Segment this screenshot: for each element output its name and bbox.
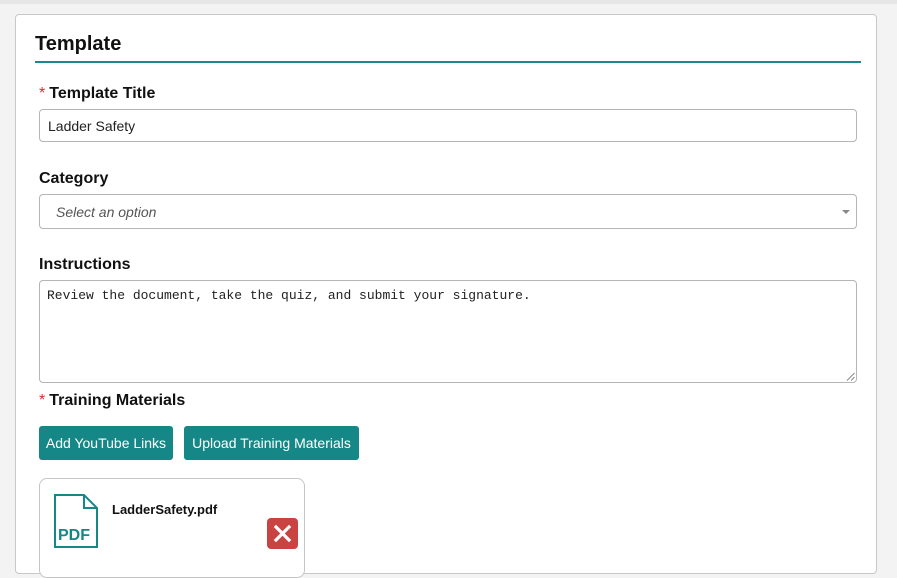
file-card: PDF LadderSafety.pdf — [39, 478, 305, 578]
required-mark: * — [39, 85, 46, 102]
template-title-input[interactable] — [39, 109, 857, 142]
category-placeholder: Select an option — [56, 204, 157, 220]
chevron-down-icon — [842, 210, 850, 214]
panel-title: Template — [35, 33, 122, 55]
instructions-label: Instructions — [39, 256, 131, 274]
category-label-text: Category — [39, 170, 109, 187]
resize-grip-icon[interactable] — [846, 372, 855, 381]
upload-training-materials-button[interactable]: Upload Training Materials — [184, 426, 359, 460]
category-label: Category — [39, 170, 108, 188]
close-icon — [273, 524, 292, 543]
pdf-type-label: PDF — [58, 527, 90, 544]
instructions-textarea[interactable]: Review the document, take the quiz, and … — [39, 280, 857, 383]
template-title-label: * Template Title — [39, 85, 155, 103]
training-materials-label-text: Training Materials — [49, 392, 186, 409]
pdf-file-icon: PDF — [54, 494, 98, 548]
required-mark: * — [39, 392, 46, 409]
training-materials-label: * Training Materials — [39, 392, 185, 410]
template-title-label-text: Template Title — [49, 85, 156, 102]
remove-file-button[interactable] — [267, 518, 298, 549]
instructions-label-text: Instructions — [39, 256, 131, 273]
template-panel: Template *Template Title Category Select… — [15, 14, 877, 578]
file-name: LadderSafety.pdf — [112, 502, 218, 517]
top-bar — [0, 0, 897, 4]
category-select[interactable]: Select an option — [39, 194, 857, 229]
add-youtube-links-button[interactable]: Add YouTube Links — [39, 426, 173, 460]
title-divider — [35, 61, 861, 63]
